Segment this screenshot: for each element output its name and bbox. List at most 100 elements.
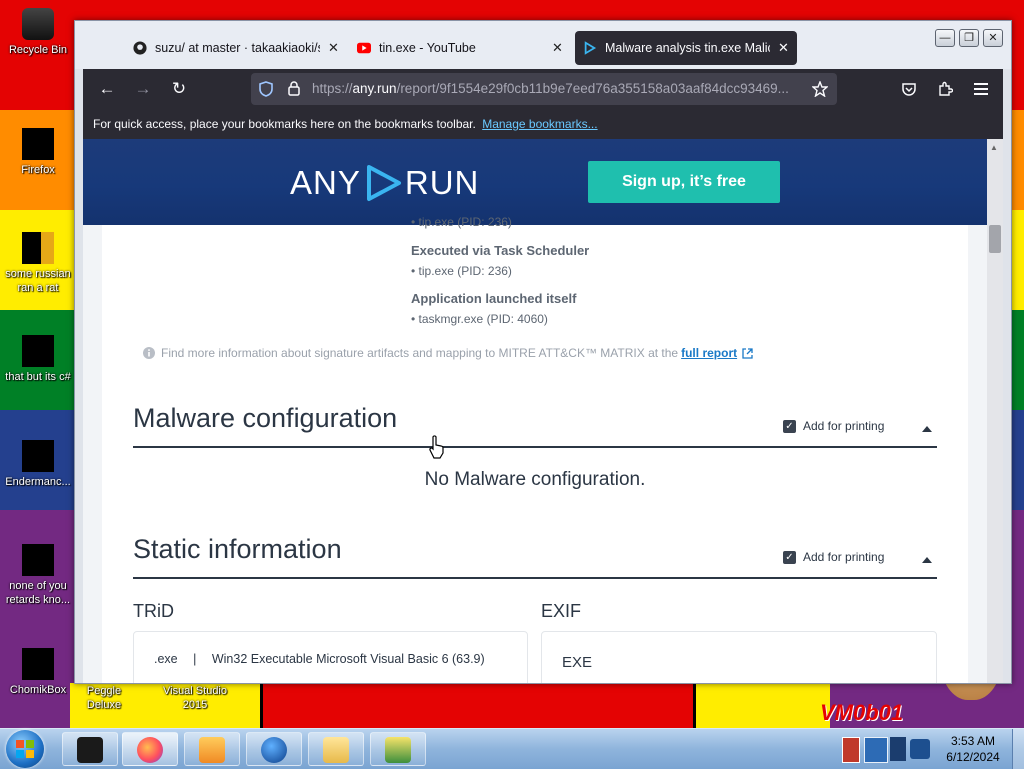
tab-title: suzu/ at master · takaakiaoki/su [155,41,320,55]
shield-icon[interactable] [259,81,273,97]
tab-close-icon[interactable]: ✕ [778,40,789,56]
desktop-icon-that-but-its[interactable]: that but its c# [0,335,76,384]
globe-icon [261,737,287,763]
tab-youtube[interactable]: tin.exe - YouTube ✕ [349,31,571,65]
windows-logo-icon [16,740,34,758]
tray-display-icon[interactable] [890,737,906,761]
back-button[interactable]: ← [97,79,117,99]
youtube-icon [357,42,371,54]
static-info-title: Static information [133,534,342,564]
tab-strip: suzu/ at master · takaakiaoki/su ✕ tin.e… [75,21,1011,69]
desktop-icon-label: Peggle Deluxe [86,685,122,711]
info-note-text: Find more information about signature ar… [161,346,679,360]
taskbar-app-checklist[interactable] [370,732,426,766]
tab-close-icon[interactable]: ✕ [552,40,563,56]
desktop-icon-label: Endermanc... [5,476,71,488]
star-icon[interactable] [812,81,828,97]
desktop-icon-label: some russian ran a rat [5,268,71,294]
browser-window: suzu/ at master · takaakiaoki/su ✕ tin.e… [74,20,1012,684]
manage-bookmarks-link[interactable]: Manage bookmarks... [482,117,597,131]
desktop-icon-none-of-you[interactable]: none of you retards kno... [0,544,76,607]
play-icon [366,165,401,201]
watermark-text: VM0b01 [820,700,904,725]
desktop-icon-peggle[interactable]: Peggle Deluxe [72,684,136,712]
url-bar[interactable]: https://any.run/report/9f1554e29f0cb11b9… [251,73,837,105]
trid-row: .exe | Win32 Executable Microsoft Visual… [154,652,485,666]
exif-card: EXE [541,631,937,683]
start-button[interactable] [6,730,44,768]
desktop-icon-some-russian[interactable]: some russian ran a rat [0,232,76,295]
tab-anyrun[interactable]: Malware analysis tin.exe Malicio ✕ [575,31,797,65]
external-link-icon[interactable] [742,347,753,359]
info-icon [143,347,155,359]
taskbar-clock[interactable]: 3:53 AM 6/12/2024 [938,733,1008,765]
static-info-print-option[interactable]: ✓ Add for printing [783,550,884,564]
full-report-link[interactable]: full report [681,346,737,360]
media-player-icon [199,737,225,763]
collapse-caret-icon[interactable] [922,426,932,432]
reload-button[interactable]: ↻ [169,79,189,99]
scroll-up-arrow-icon[interactable]: ▲ [990,143,998,152]
taskbar-app-firefox[interactable] [122,732,178,766]
forward-button[interactable]: → [133,79,153,99]
exif-row: EXE [562,654,593,671]
terminal-icon [77,737,103,763]
anyrun-logo[interactable]: ANY RUN [290,161,479,205]
desktop-icon-firefox[interactable]: Firefox [0,128,76,177]
taskbar-app-media-player[interactable] [184,732,240,766]
logo-text-right: RUN [404,164,480,201]
trid-card: .exe | Win32 Executable Microsoft Visual… [133,631,528,683]
tray-volume-icon[interactable] [910,739,930,759]
checkbox-checked-icon[interactable]: ✓ [783,550,796,564]
clock-date: 6/12/2024 [946,750,1000,764]
file-icon [22,232,54,264]
desktop-icon-recycle-bin[interactable]: Recycle Bin [0,8,76,57]
desktop-icon-label: Recycle Bin [8,44,68,56]
tray-alert-icon[interactable] [842,737,860,763]
taskbar-app-explorer[interactable] [308,732,364,766]
file-icon [22,544,54,576]
show-desktop-button[interactable] [1012,729,1024,769]
desktop-icon-visual-studio[interactable]: Visual Studio 2015 [156,684,234,712]
url-path: /report/9f1554e29f0cb11b9e7eed76a355158a… [396,81,789,96]
tab-close-icon[interactable]: ✕ [328,40,339,56]
url-text: https://any.run/report/9f1554e29f0cb11b9… [312,81,802,96]
malware-config-print-option[interactable]: ✓ Add for printing [783,419,884,433]
hand-cursor-icon [429,435,444,459]
bookmarks-hint: For quick access, place your bookmarks h… [93,117,476,131]
scrollbar-thumb[interactable] [989,225,1001,253]
desktop-icon-chomikbox[interactable]: ChomikBox [0,648,76,697]
checkbox-checked-icon[interactable]: ✓ [783,419,796,433]
checklist-icon [385,737,411,763]
trid-title: TRiD [133,601,174,621]
taskbar-app-terminal[interactable] [62,732,118,766]
page-scrollbar[interactable]: ▲ [987,139,1003,683]
lock-icon[interactable] [288,81,300,96]
anyrun-header: ANY RUN Sign up, it’s free [83,139,987,225]
desktop-icon-endermanch[interactable]: Endermanc... [0,440,76,489]
section-divider [133,577,937,579]
trid-separator: | [193,652,197,666]
mitre-info-note: Find more information about signature ar… [143,346,753,360]
taskbar-app-internet[interactable] [246,732,302,766]
wallpaper-drawing-body [260,683,696,728]
no-malware-config-text: No Malware configuration. [424,469,646,490]
anyrun-icon [584,41,597,55]
page-viewport: ANY RUN Sign up, it’s free • tip.exe (PI… [83,139,1003,683]
extensions-icon[interactable] [937,81,953,97]
desktop-icon-label: that but its c# [5,371,71,383]
clock-time: 3:53 AM [950,734,996,748]
tray-network-icon[interactable] [864,737,888,763]
menu-icon[interactable] [973,82,989,96]
pocket-icon[interactable] [901,81,917,97]
tab-github[interactable]: suzu/ at master · takaakiaoki/su ✕ [125,31,347,65]
signup-button[interactable]: Sign up, it’s free [588,161,780,203]
restore-button[interactable]: ❐ [959,29,979,47]
folder-icon [323,737,349,763]
close-window-button[interactable]: ✕ [983,29,1003,47]
signature-item: • tip.exe (PID: 236) [411,264,512,278]
file-icon [22,335,54,367]
chomikbox-icon [22,648,54,680]
collapse-caret-icon[interactable] [922,557,932,563]
minimize-button[interactable]: — [935,29,955,47]
